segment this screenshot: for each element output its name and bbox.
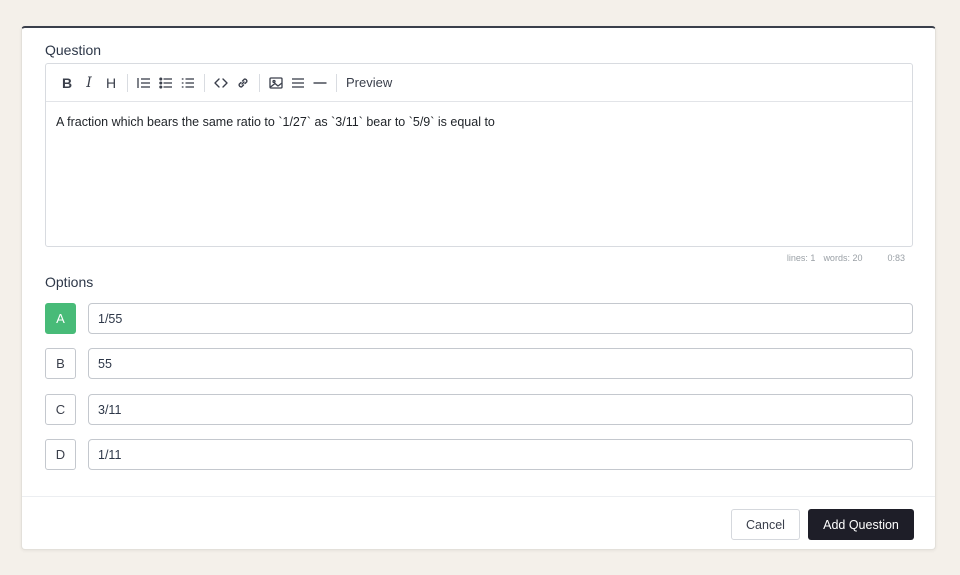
preview-button[interactable]: Preview (346, 75, 392, 90)
bullet-list-icon (159, 76, 172, 89)
option-a-marker[interactable]: A (45, 303, 76, 334)
option-d-input[interactable] (88, 439, 913, 470)
option-row-c: C (45, 394, 913, 425)
word-count: words: 20 (823, 253, 863, 263)
numbered-list-icon (181, 77, 194, 88)
question-label: Question (45, 42, 102, 58)
question-form-card: Question B I H Preview A fraction which … (21, 26, 936, 550)
option-c-marker[interactable]: C (45, 394, 76, 425)
question-text-area[interactable]: A fraction which bears the same ratio to… (46, 102, 912, 144)
option-row-d: D (45, 439, 913, 470)
option-b-marker[interactable]: B (45, 348, 76, 379)
image-button[interactable] (265, 72, 287, 94)
link-button[interactable] (232, 72, 254, 94)
quote-button[interactable] (133, 72, 155, 94)
option-a-input[interactable] (88, 303, 913, 334)
italic-button[interactable]: I (78, 72, 100, 94)
bold-button[interactable]: B (56, 72, 78, 94)
add-question-button[interactable]: Add Question (808, 509, 914, 540)
footer-divider (22, 496, 935, 497)
code-button[interactable] (210, 72, 232, 94)
cancel-button[interactable]: Cancel (731, 509, 800, 540)
option-d-marker[interactable]: D (45, 439, 76, 470)
cursor-position: 0:83 (887, 253, 905, 263)
horizontal-rule-button[interactable] (309, 72, 331, 94)
toolbar-divider (127, 73, 128, 92)
editor-statusbar: lines: 1 words: 20 0:83 (787, 253, 905, 263)
question-text: A fraction which bears the same ratio to… (56, 115, 495, 129)
option-b-input[interactable] (88, 348, 913, 379)
quote-icon (137, 77, 150, 88)
question-editor: B I H Preview A fraction which bears the… (45, 63, 913, 247)
options-label: Options (45, 274, 94, 290)
horizontal-rule-icon (313, 81, 327, 84)
option-row-a: A (45, 303, 913, 334)
code-icon (214, 77, 228, 88)
option-row-b: B (45, 348, 913, 379)
link-icon (238, 77, 248, 88)
toolbar-divider (204, 73, 205, 92)
toolbar-divider (259, 73, 260, 92)
editor-toolbar: B I H Preview (46, 64, 912, 102)
option-c-input[interactable] (88, 394, 913, 425)
heading-button[interactable]: H (100, 72, 122, 94)
image-icon (269, 76, 283, 89)
line-count: lines: 1 (786, 253, 816, 263)
ordered-list-button[interactable] (177, 72, 199, 94)
align-button[interactable] (287, 72, 309, 94)
toolbar-divider (336, 73, 337, 92)
align-icon (292, 77, 304, 88)
unordered-list-button[interactable] (155, 72, 177, 94)
